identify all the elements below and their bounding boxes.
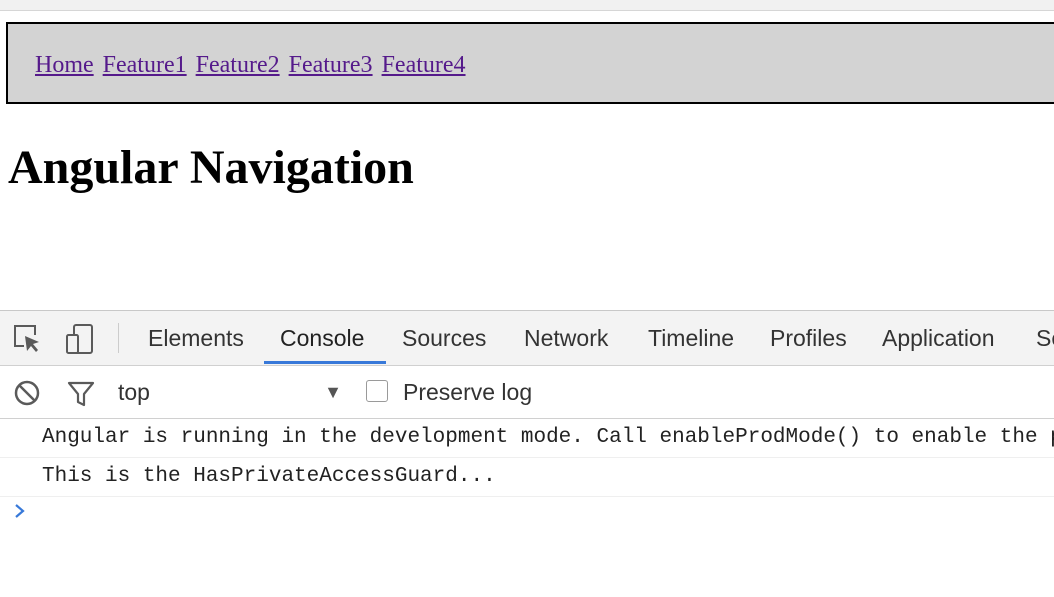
tab-network[interactable]: Network bbox=[524, 311, 608, 365]
tab-profiles[interactable]: Profiles bbox=[770, 311, 847, 365]
tab-sources[interactable]: Sources bbox=[402, 311, 486, 365]
page-title: Angular Navigation bbox=[8, 141, 414, 194]
console-messages: Angular is running in the development mo… bbox=[0, 419, 1054, 497]
active-tab-indicator bbox=[264, 361, 386, 364]
nav-link-feature2[interactable]: Feature2 bbox=[196, 52, 280, 78]
console-prompt-icon[interactable] bbox=[10, 501, 30, 521]
devtools-panel: Elements Console Sources Network Timelin… bbox=[0, 310, 1054, 597]
nav-bar: Home Feature1 Feature2 Feature3 Feature4 bbox=[6, 22, 1054, 104]
dropdown-arrow-icon: ▼ bbox=[324, 382, 342, 402]
tab-sources-overflow[interactable]: Se bbox=[1036, 311, 1054, 365]
filter-icon[interactable] bbox=[66, 378, 96, 408]
nav-link-home[interactable]: Home bbox=[35, 52, 94, 78]
console-filterbar: top ▼ Preserve log bbox=[0, 366, 1054, 419]
toolbar-separator bbox=[118, 323, 119, 353]
clear-console-icon[interactable] bbox=[12, 378, 42, 408]
browser-top-strip bbox=[0, 0, 1054, 11]
preserve-log-label: Preserve log bbox=[403, 379, 533, 405]
nav-link-feature1[interactable]: Feature1 bbox=[103, 52, 187, 78]
tab-console[interactable]: Console bbox=[280, 311, 364, 365]
inspect-element-icon[interactable] bbox=[12, 323, 44, 355]
tab-application[interactable]: Application bbox=[882, 311, 995, 365]
tab-timeline[interactable]: Timeline bbox=[648, 311, 734, 365]
nav-link-feature3[interactable]: Feature3 bbox=[289, 52, 373, 78]
console-message: This is the HasPrivateAccessGuard... bbox=[0, 458, 1054, 497]
console-message: Angular is running in the development mo… bbox=[0, 419, 1054, 458]
nav-link-feature4[interactable]: Feature4 bbox=[382, 52, 466, 78]
device-mode-icon[interactable] bbox=[64, 323, 96, 355]
nav-links: Home Feature1 Feature2 Feature3 Feature4 bbox=[35, 52, 469, 79]
context-value: top bbox=[118, 379, 150, 405]
preserve-log-checkbox[interactable] bbox=[366, 380, 388, 402]
context-selector[interactable]: top ▼ bbox=[118, 376, 344, 408]
tab-elements[interactable]: Elements bbox=[148, 311, 244, 365]
devtools-tabbar: Elements Console Sources Network Timelin… bbox=[0, 311, 1054, 366]
